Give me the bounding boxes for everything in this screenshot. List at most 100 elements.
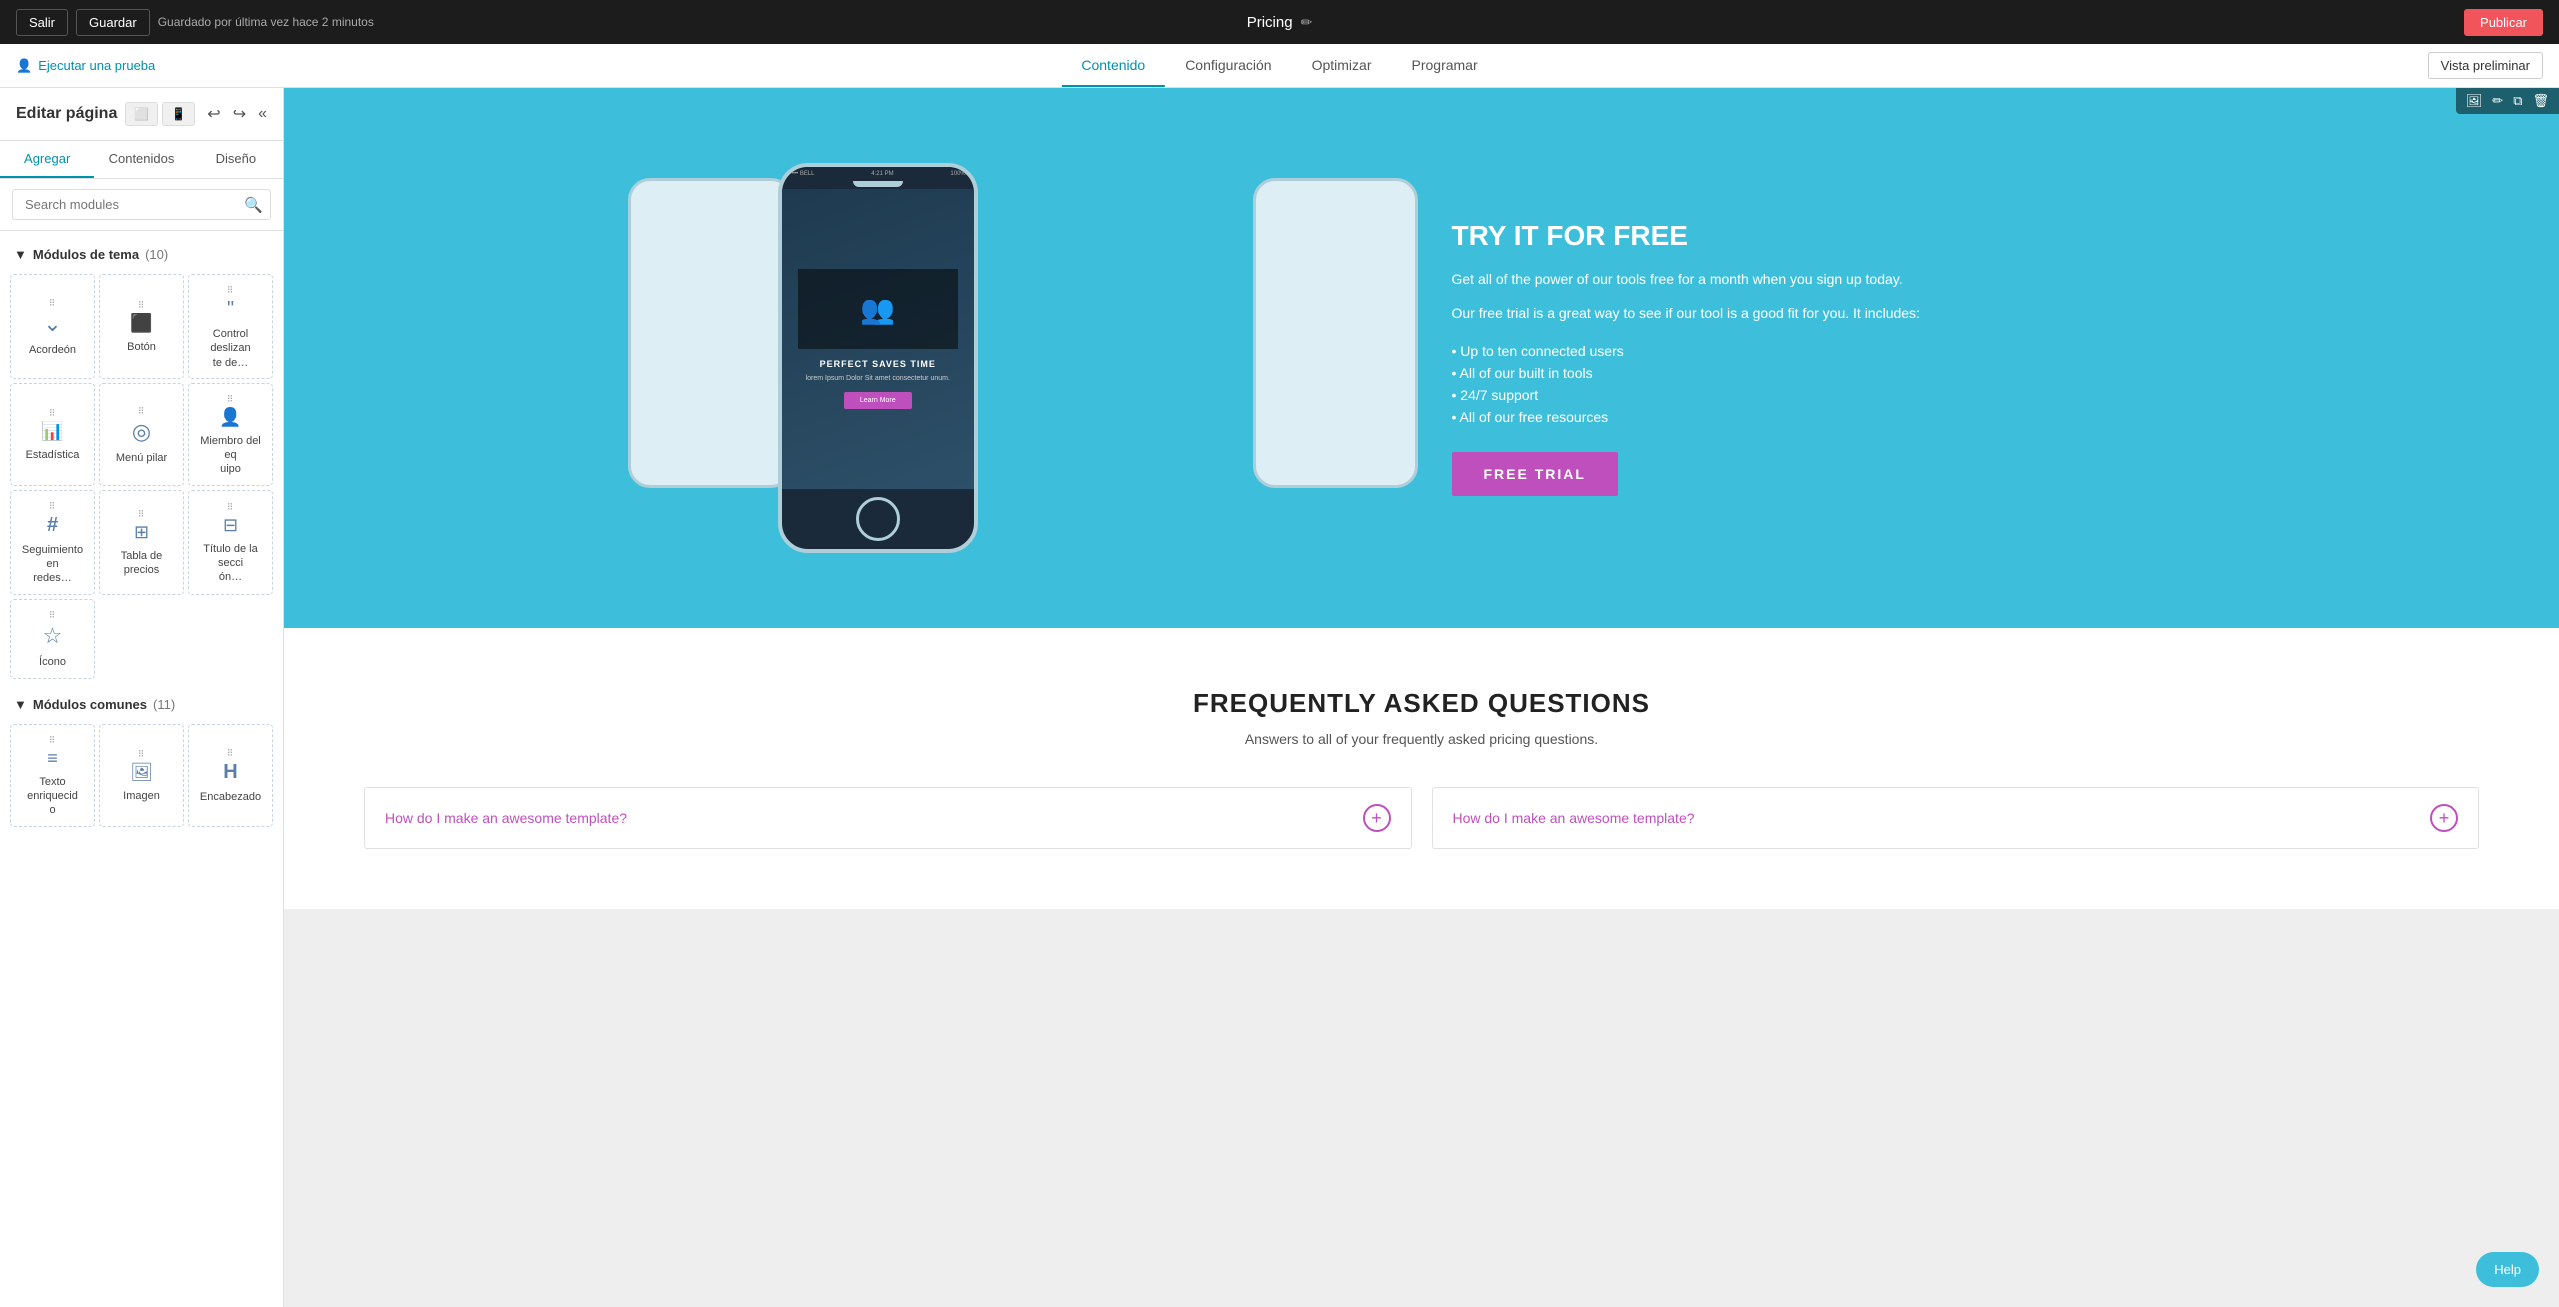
- delete-edit-btn[interactable]: 🗑: [2528, 91, 2553, 111]
- tab-programar[interactable]: Programar: [1391, 45, 1497, 87]
- phone-screen: 👥 PERFECT SAVES TIME lorem Ipsum Dolor S…: [782, 189, 974, 489]
- copy-edit-btn[interactable]: ⧉: [2509, 91, 2526, 111]
- list-item: 24/7 support: [1452, 384, 2480, 406]
- top-bar: Salir Guardar Guardado por última vez ha…: [0, 0, 2559, 44]
- sidebar-header: Editar página ⬜ 📱 ↩ ↪ «: [0, 88, 283, 141]
- module-label: Ícono: [39, 655, 66, 669]
- try-free-desc2: Our free trial is a great way to see if …: [1452, 302, 2480, 324]
- help-button[interactable]: Help: [2476, 1252, 2539, 1287]
- module-label: Seguimiento enredes…: [15, 543, 90, 586]
- undo-redo-controls: ↩ ↪: [203, 100, 250, 128]
- pencil-edit-btn[interactable]: ✏: [2488, 91, 2507, 111]
- common-modules-count: (11): [153, 697, 175, 712]
- try-free-title: TRY IT FOR FREE: [1452, 220, 2480, 252]
- module-label: Acordeón: [29, 343, 76, 357]
- common-modules-header[interactable]: ▼ Módulos comunes (11): [0, 689, 283, 720]
- module-label: Tabla de precios: [104, 549, 179, 578]
- phone-body: lorem Ipsum Dolor Sit amet consectetur u…: [806, 375, 950, 382]
- theme-modules-header[interactable]: ▼ Módulos de tema (10): [0, 239, 283, 270]
- theme-modules-count: (10): [145, 247, 168, 262]
- image-edit-btn[interactable]: 🖼: [2462, 91, 2487, 111]
- free-trial-button[interactable]: FREE TRIAL: [1452, 452, 1618, 496]
- try-free-content: TRY IT FOR FREE Get all of the power of …: [1452, 220, 2480, 497]
- saved-status: Guardado por última vez hace 2 minutos: [158, 15, 374, 29]
- phone-cta-button[interactable]: Learn More: [844, 392, 912, 409]
- nav-bar: 👤 Ejecutar una prueba Contenido Configur…: [0, 44, 2559, 88]
- faq-expand-2[interactable]: +: [2430, 804, 2458, 832]
- module-acordeon[interactable]: ⠿ ⌄ Acordeón: [10, 274, 95, 379]
- module-menu-pilar[interactable]: ⠿ ◎ Menú pilar: [99, 383, 184, 486]
- list-item: All of our built in tools: [1452, 362, 2480, 384]
- faq-question-2: How do I make an awesome template?: [1453, 810, 1695, 826]
- module-encabezado[interactable]: ⠿ H Encabezado: [188, 724, 273, 827]
- try-free-list: Up to ten connected users All of our bui…: [1452, 340, 2480, 428]
- module-label: Título de la sección…: [193, 542, 268, 585]
- faq-subtitle: Answers to all of your frequently asked …: [364, 731, 2479, 747]
- nav-right: Vista preliminar: [2428, 52, 2543, 79]
- module-label: Control deslizante de…: [193, 327, 268, 370]
- top-bar-right: Publicar: [2464, 9, 2543, 36]
- faq-item-2[interactable]: How do I make an awesome template? +: [1432, 787, 2480, 849]
- modules-area: ▼ Módulos de tema (10) ⠿ ⌄ Acordeón ⠿ ⬛ …: [0, 231, 283, 1307]
- exit-button[interactable]: Salir: [16, 9, 68, 36]
- module-label: Imagen: [123, 789, 160, 803]
- module-imagen[interactable]: ⠿ 🖼 Imagen: [99, 724, 184, 827]
- section-try-free: ⊞ Columnas ▾ 🖼 ✏ ⧉ 🗑: [284, 88, 2559, 628]
- module-label: Botón: [127, 340, 156, 354]
- section-faq: FREQUENTLY ASKED QUESTIONS Answers to al…: [284, 628, 2559, 909]
- faq-expand-1[interactable]: +: [1363, 804, 1391, 832]
- tab-configuracion[interactable]: Configuración: [1165, 45, 1291, 87]
- person-icon: 👤: [16, 58, 32, 74]
- collapse-sidebar-button[interactable]: «: [258, 105, 267, 123]
- sidebar: Editar página ⬜ 📱 ↩ ↪ « Agregar Contenid…: [0, 88, 284, 1307]
- search-button[interactable]: 🔍: [244, 196, 263, 214]
- phone-title: PERFECT SAVES TIME: [820, 359, 936, 369]
- module-label: Estadística: [26, 448, 80, 462]
- nav-left: 👤 Ejecutar una prueba: [16, 58, 155, 74]
- nav-tabs: Contenido Configuración Optimizar Progra…: [1061, 45, 1497, 87]
- tab-agregar[interactable]: Agregar: [0, 141, 94, 178]
- tab-optimizar[interactable]: Optimizar: [1292, 45, 1392, 87]
- page-title: Pricing: [1247, 14, 1293, 31]
- common-collapse-icon: ▼: [14, 697, 27, 712]
- faq-grid: How do I make an awesome template? + How…: [364, 787, 2479, 849]
- redo-button[interactable]: ↪: [229, 100, 250, 128]
- undo-button[interactable]: ↩: [203, 100, 224, 128]
- view-toggle: ⬜ 📱: [125, 102, 195, 126]
- module-label: Texto enriquecido: [15, 775, 90, 818]
- faq-item-1[interactable]: How do I make an awesome template? +: [364, 787, 1412, 849]
- edit-title-icon[interactable]: ✏: [1301, 14, 1313, 31]
- search-input[interactable]: [12, 189, 271, 220]
- top-bar-left: Salir Guardar Guardado por última vez ha…: [16, 9, 374, 36]
- save-button[interactable]: Guardar: [76, 9, 150, 36]
- module-titulo-seccion[interactable]: ⠿ ⊟ Título de la sección…: [188, 490, 273, 595]
- common-modules-label: Módulos comunes: [33, 697, 147, 712]
- faq-question-1: How do I make an awesome template?: [385, 810, 627, 826]
- module-icono[interactable]: ⠿ ☆ Ícono: [10, 599, 95, 679]
- desktop-view-btn[interactable]: ⬜: [125, 102, 158, 126]
- module-seguimiento-redes[interactable]: ⠿ # Seguimiento enredes…: [10, 490, 95, 595]
- module-miembro-equipo[interactable]: ⠿ 👤 Miembro del equipo: [188, 383, 273, 486]
- module-label: Menú pilar: [116, 451, 167, 465]
- module-estadistica[interactable]: ⠿ 📊 Estadística: [10, 383, 95, 486]
- sidebar-tabs: Agregar Contenidos Diseño: [0, 141, 283, 179]
- tab-contenido[interactable]: Contenido: [1061, 45, 1165, 87]
- run-test-link[interactable]: 👤 Ejecutar una prueba: [16, 58, 155, 74]
- publish-button[interactable]: Publicar: [2464, 9, 2543, 36]
- module-boton[interactable]: ⠿ ⬛ Botón: [99, 274, 184, 379]
- common-modules-grid: ⠿ ≡ Texto enriquecido ⠿ 🖼 Imagen ⠿ H Enc…: [0, 720, 283, 837]
- list-item: Up to ten connected users: [1452, 340, 2480, 362]
- theme-collapse-icon: ▼: [14, 247, 27, 262]
- module-control-deslizante[interactable]: ⠿ " Control deslizante de…: [188, 274, 273, 379]
- module-texto-enriquecido[interactable]: ⠿ ≡ Texto enriquecido: [10, 724, 95, 827]
- module-tabla-precios[interactable]: ⠿ ⊞ Tabla de precios: [99, 490, 184, 595]
- tab-contenidos[interactable]: Contenidos: [94, 141, 188, 178]
- tab-diseno[interactable]: Diseño: [189, 141, 283, 178]
- top-bar-center: Pricing ✏: [1247, 14, 1313, 31]
- phone-back-left: [628, 178, 793, 488]
- try-free-desc1: Get all of the power of our tools free f…: [1452, 268, 2480, 290]
- preview-button[interactable]: Vista preliminar: [2428, 52, 2543, 79]
- mobile-view-btn[interactable]: 📱: [162, 102, 195, 126]
- faq-title: FREQUENTLY ASKED QUESTIONS: [364, 688, 2479, 719]
- main-layout: Editar página ⬜ 📱 ↩ ↪ « Agregar Contenid…: [0, 88, 2559, 1307]
